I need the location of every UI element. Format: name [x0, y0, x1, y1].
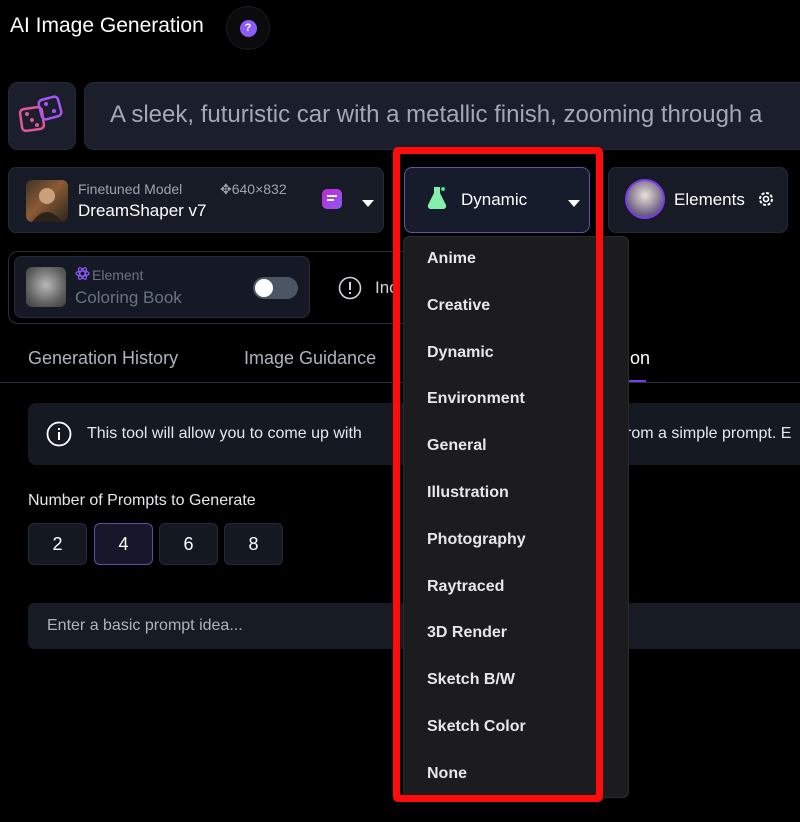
basic-prompt-placeholder: Enter a basic prompt idea... [47, 617, 243, 634]
toggle-knob [255, 279, 273, 297]
help-button[interactable]: ? [226, 6, 270, 50]
move-icon: ✥ [220, 181, 232, 197]
element-thumbnail [26, 267, 66, 307]
num-prompts-label: Number of Prompts to Generate [28, 492, 256, 509]
dimensions-value: 640×832 [231, 181, 287, 197]
element-tag-label: Element [92, 267, 144, 283]
model-portrait-icon [32, 188, 62, 222]
model-dimensions: ✥640×832 [220, 181, 287, 198]
prompt-text: A sleek, futuristic car with a metallic … [110, 101, 763, 128]
model-name: DreamShaper v7 [78, 201, 207, 220]
dice-icon [18, 95, 63, 133]
model-settings-icon[interactable] [322, 189, 342, 209]
highlight-box [393, 147, 603, 802]
elements-avatar [625, 179, 665, 219]
tab-active[interactable]: on [630, 348, 650, 369]
info-text-tail: rom a simple prompt. E [626, 425, 792, 442]
element-name: Coloring Book [75, 288, 182, 307]
num-prompts-option-8[interactable]: 8 [224, 523, 283, 565]
element-toggle[interactable] [253, 277, 298, 299]
model-kind-label: Finetuned Model [78, 181, 183, 197]
atom-icon [75, 266, 90, 286]
alert-icon [338, 276, 362, 305]
random-prompt-button[interactable] [8, 82, 76, 150]
page-title: AI Image Generation [10, 14, 204, 37]
info-icon [46, 421, 72, 452]
num-prompts-option-2[interactable]: 2 [28, 523, 87, 565]
tab-image-guidance[interactable]: Image Guidance [244, 348, 376, 369]
num-prompts-option-4[interactable]: 4 [94, 523, 153, 565]
gear-icon[interactable] [757, 190, 775, 213]
chevron-down-icon[interactable] [362, 195, 374, 213]
model-thumbnail [26, 180, 68, 222]
num-prompts-option-6[interactable]: 6 [159, 523, 218, 565]
tab-generation-history[interactable]: Generation History [28, 348, 178, 369]
elements-label: Elements [674, 190, 745, 209]
help-icon: ? [239, 19, 257, 37]
info-text: This tool will allow you to come up with [87, 425, 362, 442]
